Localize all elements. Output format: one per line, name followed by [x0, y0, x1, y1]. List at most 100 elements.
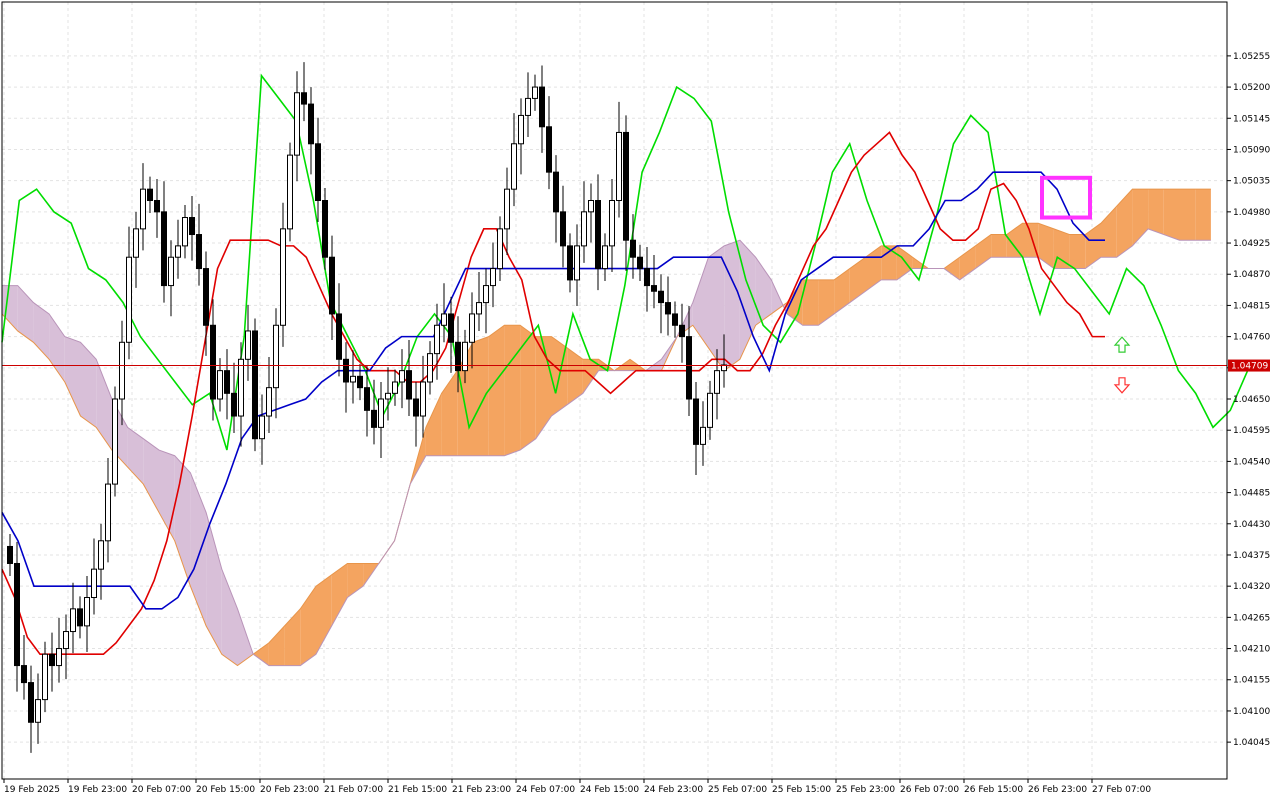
x-tick-label: 20 Feb 23:00: [260, 785, 319, 795]
candle-body: [259, 415, 265, 440]
y-tick-label: 1.04760: [1233, 333, 1270, 343]
x-tick-label: 24 Feb 07:00: [516, 785, 575, 795]
candle-body: [546, 126, 552, 173]
x-tick-label: 24 Feb 23:00: [644, 785, 703, 795]
kumo-segment: [1069, 234, 1086, 269]
candle-body: [714, 370, 720, 394]
x-tick-label: 26 Feb 15:00: [964, 785, 1023, 795]
candle-body: [413, 398, 419, 417]
candle-body: [364, 387, 370, 411]
candle-body: [406, 370, 412, 400]
candle-body: [588, 200, 594, 213]
candle-body: [119, 341, 125, 400]
candle-body: [133, 228, 139, 258]
candle-body: [511, 143, 517, 190]
candle-body: [189, 217, 195, 236]
candle-body: [112, 398, 118, 485]
candle-body: [35, 699, 41, 723]
kumo-segment: [1179, 189, 1196, 241]
candle-body: [63, 631, 69, 650]
candle-body: [238, 358, 244, 417]
kumo-segment: [488, 325, 505, 456]
kumo-segment: [473, 336, 489, 456]
candle-body: [574, 245, 580, 281]
candle-body: [357, 375, 363, 389]
candle-body: [224, 370, 230, 394]
y-tick-label: 1.04210: [1233, 645, 1270, 655]
candle-body: [630, 239, 636, 258]
x-tick-label: 25 Feb 07:00: [708, 785, 767, 795]
candle-body: [154, 200, 160, 213]
candle-body: [336, 313, 342, 360]
x-tick-label: 26 Feb 07:00: [900, 785, 959, 795]
candle-body: [14, 562, 20, 667]
candle-body: [595, 200, 601, 270]
candle-body: [231, 392, 237, 417]
candle-body: [560, 211, 566, 247]
candle-body: [168, 256, 174, 287]
y-tick-label: 1.05255: [1233, 52, 1270, 62]
x-tick-label: 19 Feb 2025: [4, 785, 60, 795]
kumo-segment: [991, 234, 1007, 258]
candle-body: [308, 103, 314, 145]
y-tick-label: 1.04925: [1233, 239, 1270, 249]
x-tick-label: 20 Feb 07:00: [132, 785, 191, 795]
ichimoku-chart: 1.05255 1.05200 1.05145 1.05090 1.05035 1.049…: [0, 0, 1280, 800]
x-tick-label: 19 Feb 23:00: [68, 785, 127, 795]
candle-body: [581, 211, 587, 247]
x-tick-label: 20 Feb 15:00: [196, 785, 255, 795]
candle-body: [518, 114, 524, 145]
y-tick-label: 1.05200: [1233, 83, 1270, 93]
candle-body: [504, 188, 510, 230]
kumo-segment: [724, 240, 740, 371]
candle-body: [266, 387, 272, 417]
candle-body: [196, 234, 202, 270]
candle-body: [385, 392, 391, 400]
y-tick-label: 1.05035: [1233, 177, 1270, 187]
candle-body: [616, 131, 622, 202]
kumo-segment: [1148, 189, 1164, 235]
candle-body: [343, 358, 349, 383]
y-tick-label: 1.04815: [1233, 301, 1270, 311]
candle-body: [483, 285, 489, 304]
kumo-segment: [1195, 189, 1211, 241]
candle-body: [350, 375, 356, 383]
candle-body: [476, 302, 482, 315]
y-tick-label: 1.05145: [1233, 114, 1270, 124]
candle-body: [637, 256, 643, 270]
candle-body: [252, 330, 258, 440]
candle-body: [70, 608, 76, 633]
candle-body: [91, 568, 97, 599]
candle-body: [567, 245, 573, 281]
candle-body: [84, 597, 90, 627]
candle-body: [21, 665, 27, 684]
candle-body: [98, 540, 104, 570]
y-tick-label: 1.04100: [1233, 707, 1270, 717]
candle-body: [434, 324, 440, 355]
candle-body: [469, 313, 475, 343]
candle-body: [532, 86, 538, 99]
kumo-segment: [1163, 189, 1180, 241]
y-tick-label: 1.04650: [1233, 395, 1270, 405]
candle-body: [49, 653, 55, 667]
x-tick-label: 25 Feb 15:00: [772, 785, 831, 795]
x-tick-label: 27 Feb 07:00: [1092, 785, 1151, 795]
candle-body: [140, 188, 146, 230]
x-tick-label: 21 Feb 07:00: [324, 785, 383, 795]
y-tick-label: 1.04485: [1233, 489, 1270, 499]
candle-body: [672, 313, 678, 326]
y-tick-label: 1.04870: [1233, 270, 1270, 280]
y-tick-label: 1.04375: [1233, 551, 1270, 561]
candle-body: [644, 268, 650, 287]
candle-body: [700, 426, 706, 445]
candle-body: [105, 483, 111, 542]
candle-body: [623, 131, 629, 241]
kumo-segment: [504, 325, 521, 456]
y-tick-label: 1.04540: [1233, 457, 1270, 467]
candle-body: [280, 228, 286, 326]
candle-body: [126, 256, 132, 343]
x-tick-label: 21 Feb 15:00: [388, 785, 447, 795]
candle-body: [161, 211, 167, 287]
candle-body: [273, 324, 279, 389]
y-tick-label: 1.04430: [1233, 520, 1270, 530]
